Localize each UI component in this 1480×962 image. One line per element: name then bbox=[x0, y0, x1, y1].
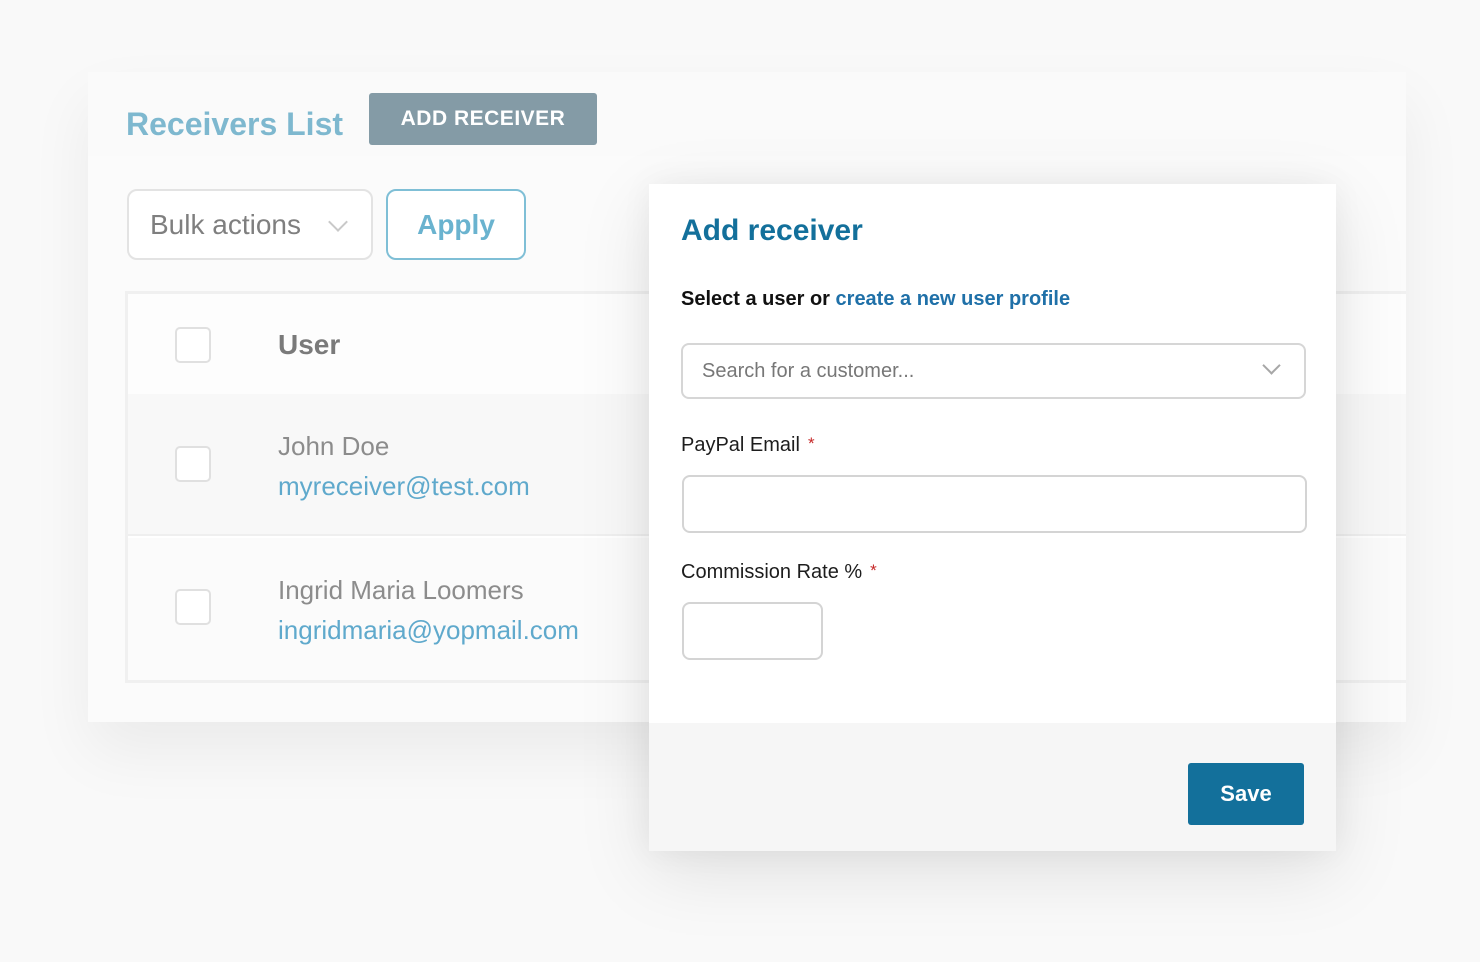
customer-search-placeholder: Search for a customer... bbox=[702, 359, 915, 382]
commission-rate-label-text: Commission Rate % bbox=[681, 561, 863, 583]
modal-footer: Save bbox=[649, 723, 1336, 851]
user-name: John Doe bbox=[278, 431, 390, 461]
commission-rate-label: Commission Rate % * bbox=[681, 561, 877, 584]
add-receiver-modal: Add receiver Select a user or create a n… bbox=[649, 184, 1336, 851]
required-marker: * bbox=[870, 561, 877, 580]
add-receiver-button[interactable]: ADD RECEIVER bbox=[369, 93, 597, 145]
bulk-actions-select[interactable]: Bulk actions bbox=[127, 189, 373, 260]
bulk-actions-label: Bulk actions bbox=[150, 208, 301, 240]
required-marker: * bbox=[807, 434, 815, 453]
row-checkbox[interactable] bbox=[175, 589, 211, 625]
paypal-email-input[interactable] bbox=[682, 475, 1307, 533]
row-checkbox[interactable] bbox=[175, 446, 211, 482]
create-user-profile-link[interactable]: create a new user profile bbox=[836, 288, 1071, 310]
select-user-text: Select a user or bbox=[681, 288, 836, 310]
chevron-down-icon bbox=[328, 212, 348, 232]
commission-rate-input[interactable] bbox=[682, 602, 823, 660]
select-user-prompt: Select a user or create a new user profi… bbox=[681, 288, 1070, 311]
user-email-link[interactable]: ingridmaria@yopmail.com bbox=[278, 615, 579, 646]
paypal-email-label: PayPal Email * bbox=[681, 434, 815, 457]
save-button[interactable]: Save bbox=[1188, 763, 1304, 825]
user-email-link[interactable]: myreceiver@test.com bbox=[278, 471, 530, 502]
page-title: Receivers List bbox=[126, 106, 344, 142]
modal-title: Add receiver bbox=[681, 214, 863, 247]
list-header: Receivers List ADD RECEIVER bbox=[88, 72, 1406, 156]
paypal-email-label-text: PayPal Email bbox=[681, 434, 800, 456]
customer-search-select[interactable]: Search for a customer... bbox=[681, 343, 1306, 399]
select-all-checkbox[interactable] bbox=[175, 327, 211, 363]
chevron-down-icon bbox=[1262, 356, 1281, 375]
user-name: Ingrid Maria Loomers bbox=[278, 575, 524, 605]
column-header-user: User bbox=[278, 329, 341, 360]
apply-button[interactable]: Apply bbox=[386, 189, 526, 260]
